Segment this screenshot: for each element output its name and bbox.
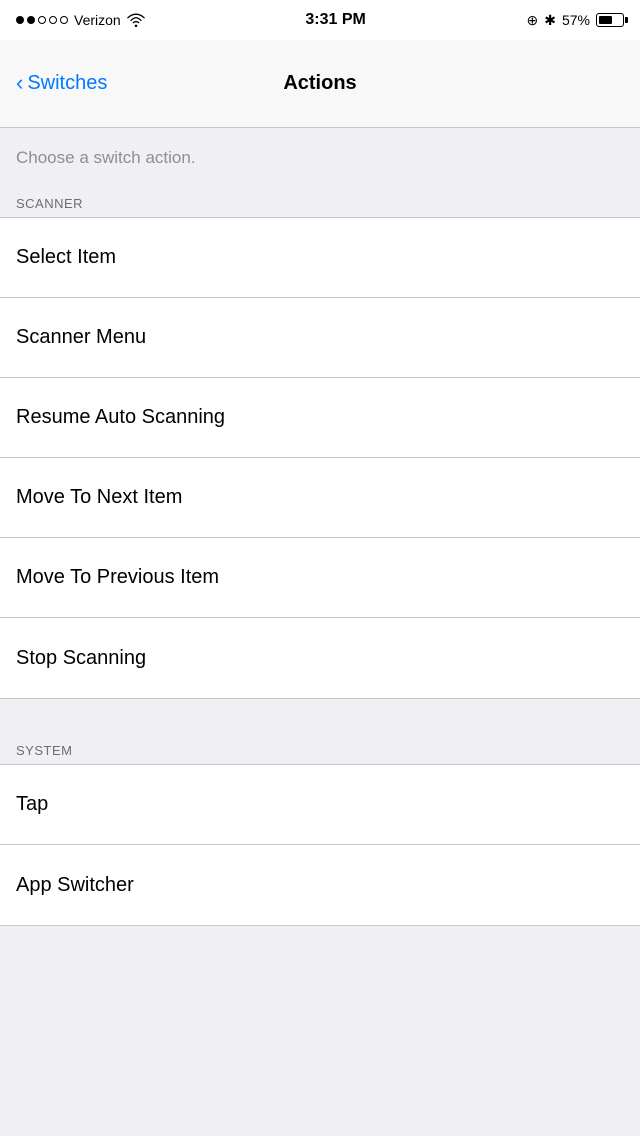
- status-time: 3:31 PM: [305, 11, 365, 29]
- battery-fill: [599, 16, 612, 24]
- stop-scanning-label: Stop Scanning: [16, 647, 146, 670]
- nav-bar: ‹ Switches Actions: [0, 40, 640, 128]
- chevron-left-icon: ‹: [16, 72, 23, 94]
- signal-dot-5: [60, 16, 68, 24]
- tap-label: Tap: [16, 793, 48, 816]
- list-item-stop-scanning[interactable]: Stop Scanning: [0, 618, 640, 698]
- section-description: Choose a switch action.: [0, 128, 640, 188]
- status-left: Verizon: [16, 12, 145, 28]
- lock-icon: ⊕: [526, 12, 538, 29]
- move-to-next-item-label: Move To Next Item: [16, 486, 182, 509]
- list-item-move-to-previous-item[interactable]: Move To Previous Item: [0, 538, 640, 618]
- list-item-move-to-next-item[interactable]: Move To Next Item: [0, 458, 640, 538]
- list-item-scanner-menu[interactable]: Scanner Menu: [0, 298, 640, 378]
- signal-dots: [16, 16, 68, 24]
- signal-dot-1: [16, 16, 24, 24]
- move-to-previous-item-label: Move To Previous Item: [16, 566, 219, 589]
- battery-percent: 57%: [562, 12, 590, 28]
- signal-dot-4: [49, 16, 57, 24]
- scanner-section: SCANNER Select Item Scanner Menu Resume …: [0, 188, 640, 699]
- bluetooth-icon: ✱: [544, 12, 556, 29]
- battery-bar: [596, 13, 624, 27]
- signal-dot-3: [38, 16, 46, 24]
- app-switcher-label: App Switcher: [16, 874, 134, 897]
- scanner-list: Select Item Scanner Menu Resume Auto Sca…: [0, 217, 640, 699]
- select-item-label: Select Item: [16, 246, 116, 269]
- list-item-resume-auto-scanning[interactable]: Resume Auto Scanning: [0, 378, 640, 458]
- wifi-icon: [127, 13, 145, 27]
- back-button[interactable]: ‹ Switches: [16, 72, 107, 95]
- resume-auto-scanning-label: Resume Auto Scanning: [16, 406, 225, 429]
- back-label: Switches: [27, 72, 107, 95]
- system-list: Tap App Switcher: [0, 764, 640, 926]
- scanner-menu-label: Scanner Menu: [16, 326, 146, 349]
- list-item-app-switcher[interactable]: App Switcher: [0, 845, 640, 925]
- scanner-section-header: SCANNER: [0, 188, 640, 217]
- carrier-label: Verizon: [74, 12, 121, 28]
- section-gap: [0, 699, 640, 735]
- battery-indicator: [596, 13, 624, 27]
- system-section-header: SYSTEM: [0, 735, 640, 764]
- signal-dot-2: [27, 16, 35, 24]
- system-section: SYSTEM Tap App Switcher: [0, 735, 640, 926]
- status-bar: Verizon 3:31 PM ⊕ ✱ 57%: [0, 0, 640, 40]
- list-item-tap[interactable]: Tap: [0, 765, 640, 845]
- status-right: ⊕ ✱ 57%: [526, 12, 624, 29]
- list-item-select-item[interactable]: Select Item: [0, 218, 640, 298]
- page-title: Actions: [283, 72, 356, 95]
